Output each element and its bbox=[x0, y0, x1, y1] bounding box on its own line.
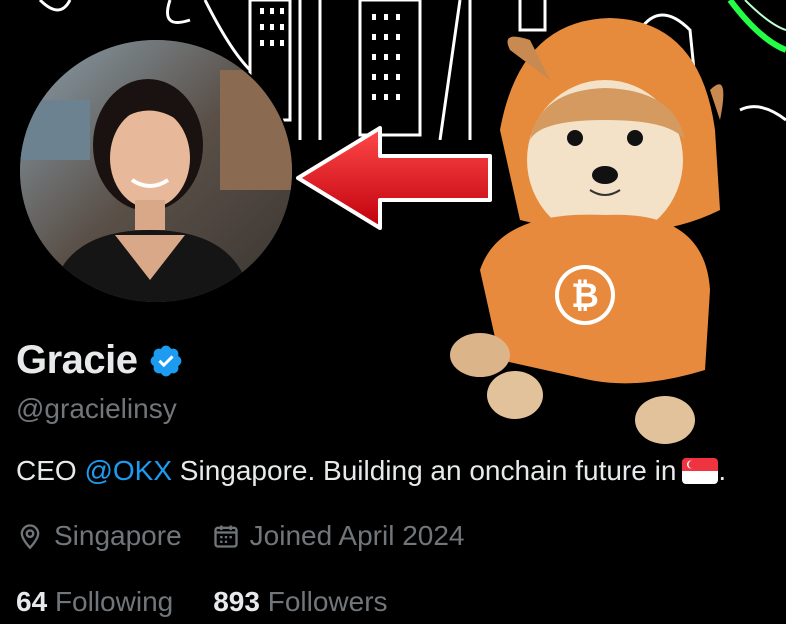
followers-label: Followers bbox=[267, 586, 388, 617]
location-pin-icon bbox=[20, 524, 40, 550]
bio-text-end: . bbox=[718, 455, 727, 486]
name-row: Gracie bbox=[16, 338, 184, 383]
followers-link[interactable]: 893 Followers bbox=[213, 586, 387, 618]
bio-mention-link[interactable]: @OKX bbox=[84, 455, 172, 486]
follow-stats: 64 Following 893 Followers bbox=[16, 586, 388, 618]
followers-count: 893 bbox=[213, 586, 260, 617]
location-item: Singapore bbox=[16, 520, 182, 552]
bio-text-suffix: Singapore. Building an onchain future in bbox=[172, 455, 677, 486]
joined-item: Joined April 2024 bbox=[212, 520, 465, 552]
joined-date-text: Joined April 2024 bbox=[249, 520, 465, 551]
profile-bio: CEO @OKX Singapore. Building an onchain … bbox=[16, 455, 726, 487]
avatar-photo bbox=[20, 40, 292, 302]
svg-text:₿: ₿ bbox=[571, 277, 599, 315]
display-name: Gracie bbox=[16, 338, 138, 382]
following-label: Following bbox=[54, 586, 174, 617]
profile-avatar[interactable] bbox=[18, 38, 294, 304]
following-count: 64 bbox=[16, 586, 48, 617]
dog-hoodie-image: ₿ bbox=[450, 18, 724, 444]
bio-text-prefix: CEO bbox=[16, 455, 85, 486]
calendar-icon bbox=[213, 525, 238, 548]
following-link[interactable]: 64 Following bbox=[16, 586, 173, 618]
verified-badge-icon[interactable] bbox=[148, 343, 184, 379]
username-handle: @gracielinsy bbox=[16, 393, 177, 424]
location-text: Singapore bbox=[54, 520, 182, 551]
profile-meta: Singapore Joined April 2024 bbox=[16, 520, 494, 552]
singapore-flag-icon bbox=[682, 458, 719, 484]
